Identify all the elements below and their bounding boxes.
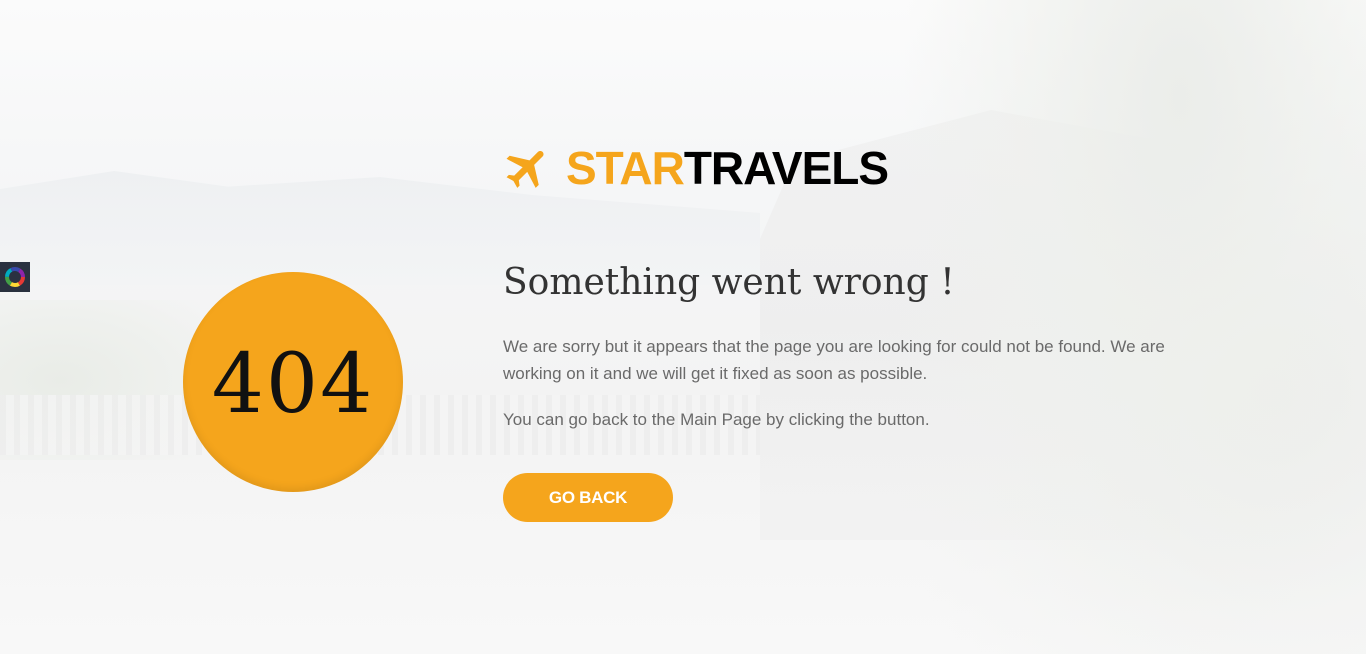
brand-name-star: STAR [566,142,685,194]
error-heading: Something went wrong ! [503,262,955,303]
brand-name: STARTRAVELS [566,142,889,194]
error-message: We are sorry but it appears that the pag… [503,337,1165,383]
color-switcher-widget[interactable] [0,262,30,292]
site-logo[interactable]: STARTRAVELS [502,140,889,196]
error-code: 404 [211,336,375,432]
background-tree [900,0,1366,654]
error-code-badge: 404 [183,272,403,492]
airplane-icon [506,150,544,188]
color-wheel-icon [5,267,25,287]
go-back-button[interactable]: GO BACK [503,473,673,522]
brand-name-travels: TRAVELS [683,142,889,194]
error-page: STARTRAVELS 404 Something went wrong ! W… [0,0,1366,654]
error-hint: You can go back to the Main Page by clic… [503,410,930,429]
